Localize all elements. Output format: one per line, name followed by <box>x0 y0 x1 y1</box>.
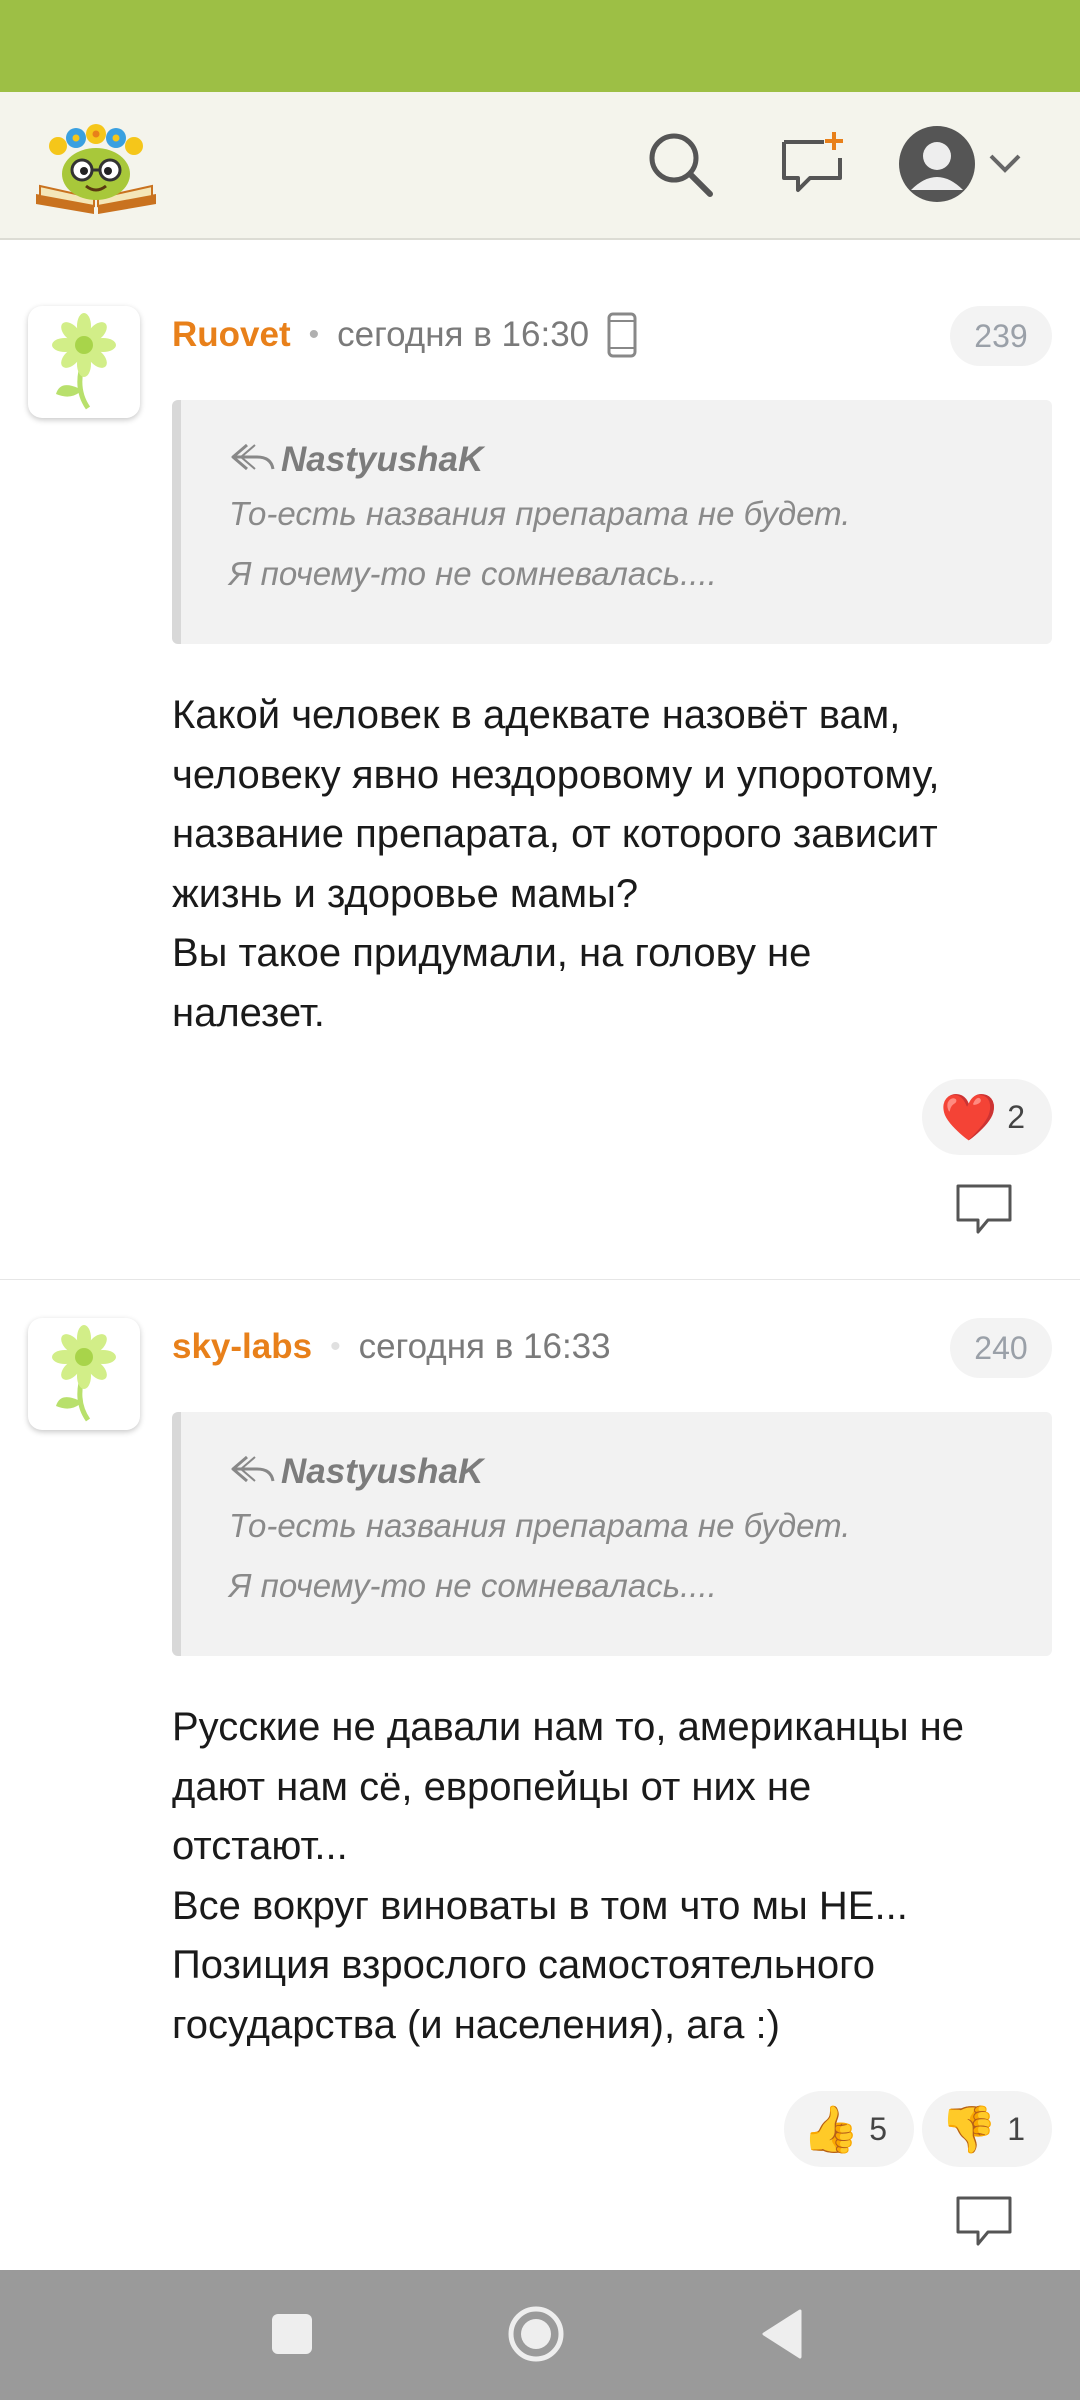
comment-bubble-icon <box>954 2194 1014 2253</box>
comment-text: Какой человек в адеквате назовёт вам, че… <box>172 686 1062 1043</box>
quote-block: NastyushaK То-есть названия препарата не… <box>172 400 1052 644</box>
comment: sky-labs • сегодня в 16:33 240 Nastyusha… <box>0 1282 1080 2270</box>
text-line: Все вокруг виноваты в том что мы НЕ... <box>172 1883 908 1928</box>
site-logo[interactable] <box>32 112 160 218</box>
comment-author[interactable]: Ruovet <box>172 315 291 355</box>
quote-block: NastyushaK То-есть названия препарата не… <box>172 1412 1052 1656</box>
reaction-count: 1 <box>1007 2110 1026 2147</box>
search-icon <box>644 128 716 205</box>
text-line: Какой человек в адеквате назовёт вам, <box>172 693 901 737</box>
flower-avatar-icon <box>44 308 124 417</box>
quote-line: То-есть названия препарата не будет. <box>229 495 851 532</box>
comment-meta: sky-labs • сегодня в 16:33 <box>172 1322 611 1372</box>
user-avatar-icon <box>897 124 977 209</box>
thumbs-up-icon: 👍 <box>802 2103 860 2155</box>
quote-author-row: NastyushaK <box>229 1448 1052 1496</box>
comment-text: Русские не давали нам то, американцы не … <box>172 1698 1062 2055</box>
comment-number-badge[interactable]: 239 <box>950 306 1052 366</box>
new-message-icon <box>776 128 848 205</box>
profile-menu-button[interactable] <box>890 120 1030 212</box>
status-bar <box>0 0 1080 92</box>
quote-line: Я почему-то не сомневалась.... <box>229 1567 717 1604</box>
text-line: государства (и населения), ага :) <box>172 2002 780 2047</box>
avatar[interactable] <box>28 306 140 418</box>
text-line: Позиция взрослого самостоятельного <box>172 1943 876 1987</box>
thumbs-down-reaction-button[interactable]: 👎 1 <box>922 2091 1052 2167</box>
mobile-phone-icon <box>607 312 637 358</box>
home-button[interactable] <box>504 2304 568 2368</box>
flower-avatar-icon <box>44 1320 124 1429</box>
back-button[interactable] <box>750 2304 814 2368</box>
thumbs-down-icon: 👎 <box>940 2103 998 2155</box>
app-header <box>0 92 1080 240</box>
comment-bubble-icon <box>954 1182 1014 1241</box>
text-line: Вы такое придумали, на голову не <box>172 931 812 975</box>
search-button[interactable] <box>634 120 726 212</box>
text-line: Русские не давали нам то, американцы не <box>172 1705 965 1749</box>
reply-arrow-icon <box>229 439 281 482</box>
quote-author[interactable]: NastyushaK <box>281 1452 483 1492</box>
quote-line: Я почему-то не сомневалась.... <box>229 555 717 592</box>
text-line: жизнь и здоровье мамы? <box>172 871 639 916</box>
back-triangle-icon <box>760 2309 804 2364</box>
quote-line: То-есть названия препарата не будет. <box>229 1507 851 1544</box>
reply-button[interactable] <box>952 1182 1016 1240</box>
heart-icon: ❤️ <box>940 1091 998 1143</box>
quote-author-row: NastyushaK <box>229 436 1052 484</box>
text-line: отстают... <box>172 1824 348 1868</box>
new-message-button[interactable] <box>766 120 858 212</box>
meta-separator: • <box>308 318 320 351</box>
chevron-down-icon <box>987 152 1023 181</box>
comment-time: сегодня в 16:30 <box>337 315 590 354</box>
reply-button[interactable] <box>952 2194 1016 2252</box>
text-line: дают нам сё, европейцы от них не <box>172 1764 812 1809</box>
text-line: человеку явно нездоровому и упоротому, <box>172 752 940 797</box>
system-navigation-bar <box>0 2270 1080 2400</box>
quote-author[interactable]: NastyushaK <box>281 440 483 480</box>
avatar[interactable] <box>28 1318 140 1430</box>
square-icon <box>270 2312 314 2361</box>
comment-number-badge[interactable]: 240 <box>950 1318 1052 1378</box>
circle-icon <box>506 2304 566 2369</box>
text-line: налезет. <box>172 990 325 1035</box>
comment-author[interactable]: sky-labs <box>172 1327 312 1367</box>
meta-separator: • <box>330 1330 341 1363</box>
reaction-count: 2 <box>1007 1098 1026 1135</box>
comment-time: сегодня в 16:33 <box>358 1327 611 1366</box>
heart-reaction-button[interactable]: ❤️ 2 <box>922 1079 1052 1155</box>
reaction-count: 5 <box>869 2110 888 2147</box>
text-line: название препарата, от которого зависит <box>172 812 938 856</box>
reply-arrow-icon <box>229 1451 281 1494</box>
comment: Ruovet • сегодня в 16:30 239 NastyushaK … <box>0 270 1080 1280</box>
thumbs-up-reaction-button[interactable]: 👍 5 <box>784 2091 914 2167</box>
comment-meta: Ruovet • сегодня в 16:30 <box>172 310 637 360</box>
recent-apps-button[interactable] <box>260 2304 324 2368</box>
